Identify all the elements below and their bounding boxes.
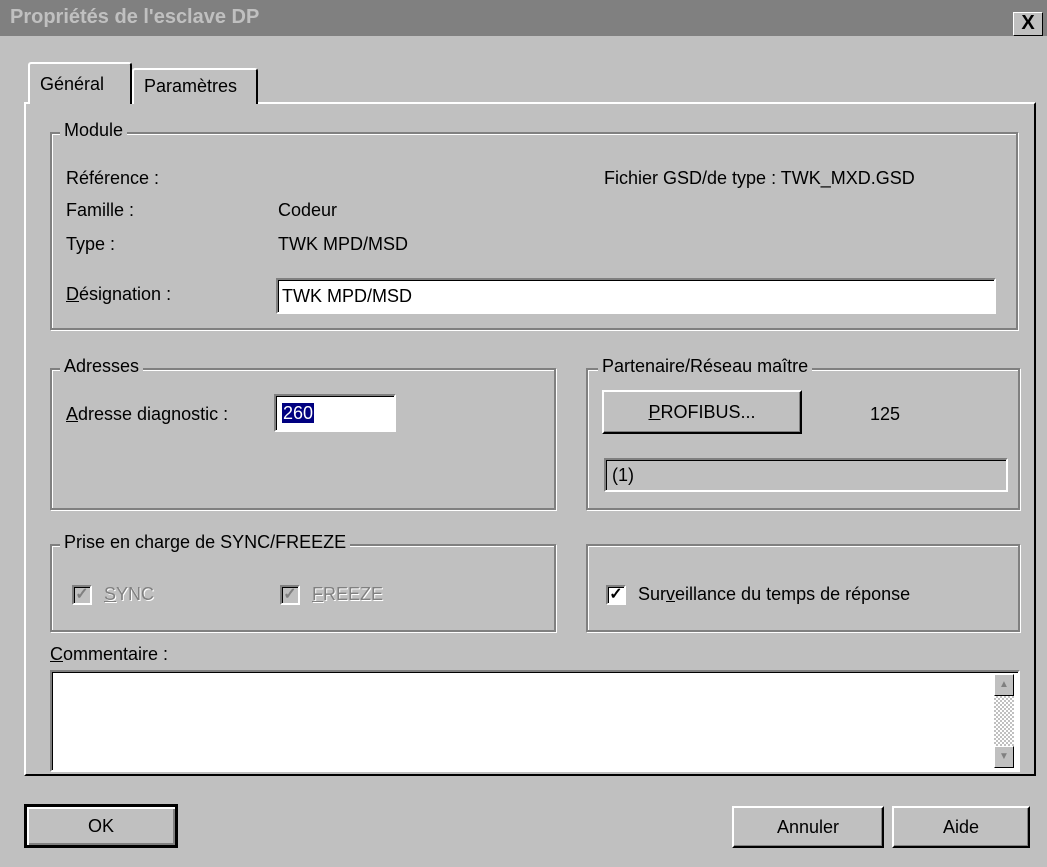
sync-label: SYNC <box>104 584 155 604</box>
profibus-address: 125 <box>870 404 901 424</box>
checkmark-icon: ✓ <box>75 586 89 603</box>
surveillance-label: Surveillance du temps de réponse <box>638 584 911 604</box>
designation-input-value: TWK MPD/MSD <box>282 286 412 306</box>
diagnostic-address-label: Adresse diagnostic : <box>66 404 229 424</box>
arrow-up-icon[interactable]: ▲ <box>994 674 1014 696</box>
designation-input[interactable]: TWK MPD/MSD <box>276 278 996 314</box>
annuler-button[interactable]: Annuler <box>732 806 884 848</box>
module-legend: Module <box>60 120 128 141</box>
checkmark-icon: ✓ <box>283 586 297 603</box>
diagnostic-address-value: 260 <box>282 403 315 423</box>
window-title: Propriétés de l'esclave DP <box>10 6 260 28</box>
checkmark-icon: ✓ <box>609 586 623 603</box>
aide-button[interactable]: Aide <box>892 806 1030 848</box>
gsd-file-label: Fichier GSD/de type : TWK_MXD.GSD <box>604 168 915 188</box>
close-button[interactable]: X <box>1013 12 1043 36</box>
reference-label: Référence : <box>66 168 160 188</box>
master-network-field: (1) <box>604 458 1008 492</box>
type-label: Type : <box>66 234 116 254</box>
sync-checkbox[interactable]: ✓ <box>72 585 92 605</box>
master-network-value: (1) <box>612 465 634 485</box>
profibus-button[interactable]: PROFIBUS... <box>602 390 802 434</box>
close-icon: X <box>1021 12 1035 34</box>
famille-value: Codeur <box>278 200 338 220</box>
commentaire-label: Commentaire : <box>50 644 169 664</box>
tab-parametres[interactable]: Paramètres <box>132 68 258 104</box>
famille-label: Famille : <box>66 200 135 220</box>
tab-parametres-label: Paramètres <box>144 76 238 96</box>
adresses-legend: Adresses <box>60 356 144 377</box>
surveillance-checkbox[interactable]: ✓ <box>606 585 626 605</box>
tab-general[interactable]: Général <box>28 62 132 104</box>
freeze-checkbox[interactable]: ✓ <box>280 585 300 605</box>
diagnostic-address-input[interactable]: 260 <box>274 394 396 432</box>
sync-freeze-legend: Prise en charge de SYNC/FREEZE <box>60 532 351 553</box>
arrow-down-icon[interactable]: ▼ <box>994 746 1014 768</box>
adresses-group <box>50 368 556 510</box>
ok-button[interactable]: OK <box>24 804 178 848</box>
tab-general-label: Général <box>40 74 105 94</box>
commentaire-textarea[interactable] <box>50 670 1020 772</box>
type-value: TWK MPD/MSD <box>278 234 408 254</box>
partenaire-legend: Partenaire/Réseau maître <box>598 356 813 377</box>
freeze-label: FREEZE <box>312 584 384 604</box>
designation-label: Désignation : <box>66 284 172 304</box>
